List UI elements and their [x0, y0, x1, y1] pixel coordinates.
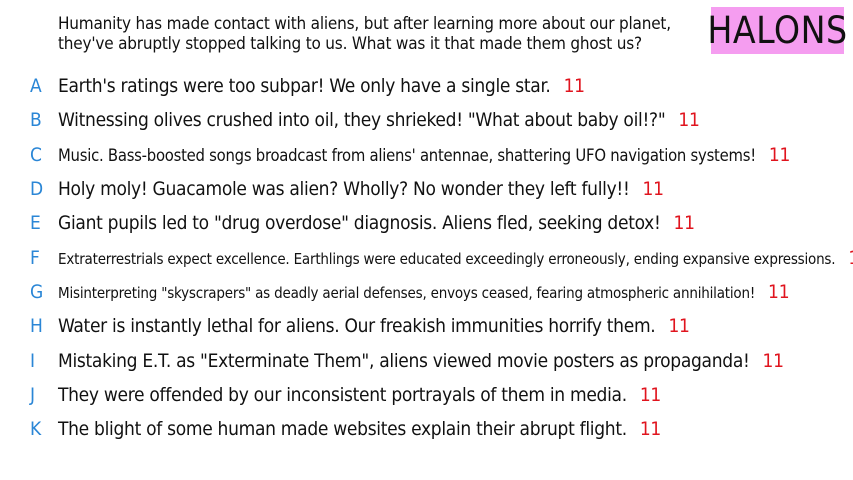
answer-text: Music. Bass-boosted songs broadcast from… [58, 143, 791, 166]
answer-count: 11 [639, 383, 662, 406]
answer-item-a[interactable]: A Earth's ratings were too subpar! We on… [0, 69, 853, 103]
answer-letter: F [30, 246, 40, 269]
answer-text: Extraterrestrials expect excellence. Ear… [58, 247, 853, 269]
answer-item-f[interactable]: F Extraterrestrials expect excellence. E… [0, 240, 853, 274]
answer-text: Mistaking E.T. as "Exterminate Them", al… [58, 349, 784, 372]
answer-count: 11 [639, 418, 662, 441]
prompt-line-1: Humanity has made contact with aliens, b… [58, 14, 671, 34]
halons-badge: HALONS [707, 7, 847, 54]
answer-count: 11 [642, 178, 664, 201]
answer-letter: C [30, 143, 42, 166]
answer-item-i[interactable]: I Mistaking E.T. as "Exterminate Them", … [0, 343, 853, 377]
answer-text: Earth's ratings were too subpar! We only… [58, 75, 585, 98]
answer-text: Misinterpreting "skyscrapers" as deadly … [58, 280, 790, 303]
answer-letter: E [30, 212, 41, 235]
answer-item-j[interactable]: J They were offended by our inconsistent… [0, 378, 853, 412]
answer-item-e[interactable]: E Giant pupils led to "drug overdose" di… [0, 206, 853, 240]
prompt-text: Humanity has made contact with aliens, b… [58, 14, 698, 54]
answer-count: 11 [768, 143, 791, 166]
answer-count: 11 [762, 349, 784, 372]
answer-item-d[interactable]: D Holy moly! Guacamole was alien? Wholly… [0, 172, 853, 206]
answer-count: 11 [768, 280, 790, 303]
answer-count: 11 [678, 109, 700, 132]
answer-text: They were offended by our inconsistent p… [58, 383, 662, 406]
answer-item-c[interactable]: C Music. Bass-boosted songs broadcast fr… [0, 138, 853, 172]
answer-count: 11 [673, 212, 695, 235]
answer-item-b[interactable]: B Witnessing olives crushed into oil, th… [0, 103, 853, 137]
answer-count: 11 [848, 247, 853, 269]
answer-letter: I [30, 349, 36, 372]
answer-letter: D [30, 178, 44, 201]
answer-letter: A [30, 75, 42, 98]
prompt-line-2: they've abruptly stopped talking to us. … [58, 34, 642, 54]
answer-count: 11 [668, 315, 690, 338]
answer-list: A Earth's ratings were too subpar! We on… [0, 69, 853, 446]
badge-label: HALONS [707, 9, 848, 52]
answer-text: The blight of some human made websites e… [58, 418, 662, 441]
answer-letter: G [30, 280, 44, 303]
answer-item-h[interactable]: H Water is instantly lethal for aliens. … [0, 309, 853, 343]
answer-count: 11 [563, 75, 585, 98]
answer-item-k[interactable]: K The blight of some human made websites… [0, 412, 853, 446]
answer-letter: B [30, 109, 42, 132]
answer-text: Holy moly! Guacamole was alien? Wholly? … [58, 178, 664, 201]
answer-text: Giant pupils led to "drug overdose" diag… [58, 212, 695, 235]
answer-text: Witnessing olives crushed into oil, they… [58, 109, 700, 132]
answer-letter: J [30, 383, 36, 406]
answer-item-g[interactable]: G Misinterpreting "skyscrapers" as deadl… [0, 275, 853, 309]
answer-text: Water is instantly lethal for aliens. Ou… [58, 315, 690, 338]
answer-letter: K [30, 418, 42, 441]
answer-letter: H [30, 315, 43, 338]
